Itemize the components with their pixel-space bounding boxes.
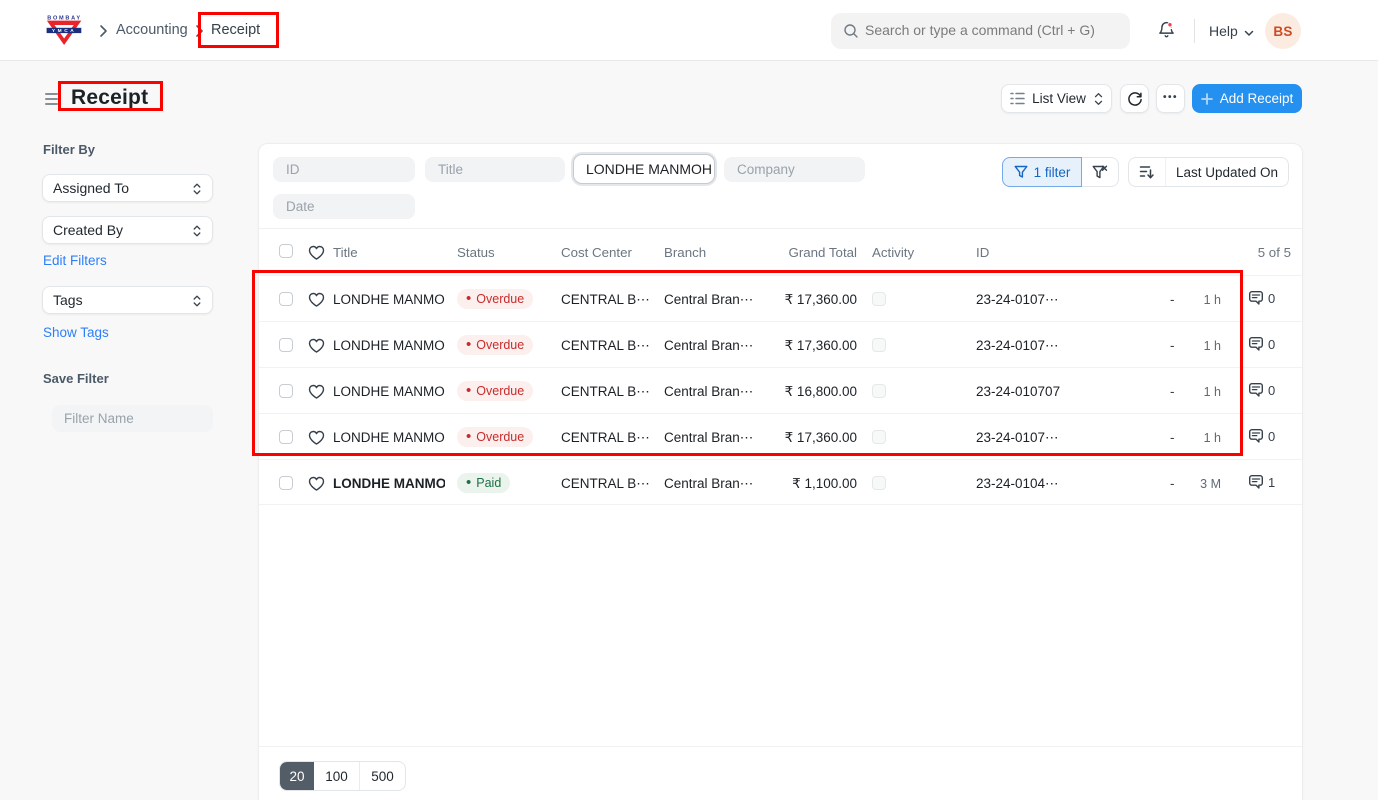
svg-text:YMCA: YMCA bbox=[52, 28, 77, 34]
svg-text:BOMBAY: BOMBAY bbox=[47, 15, 82, 21]
